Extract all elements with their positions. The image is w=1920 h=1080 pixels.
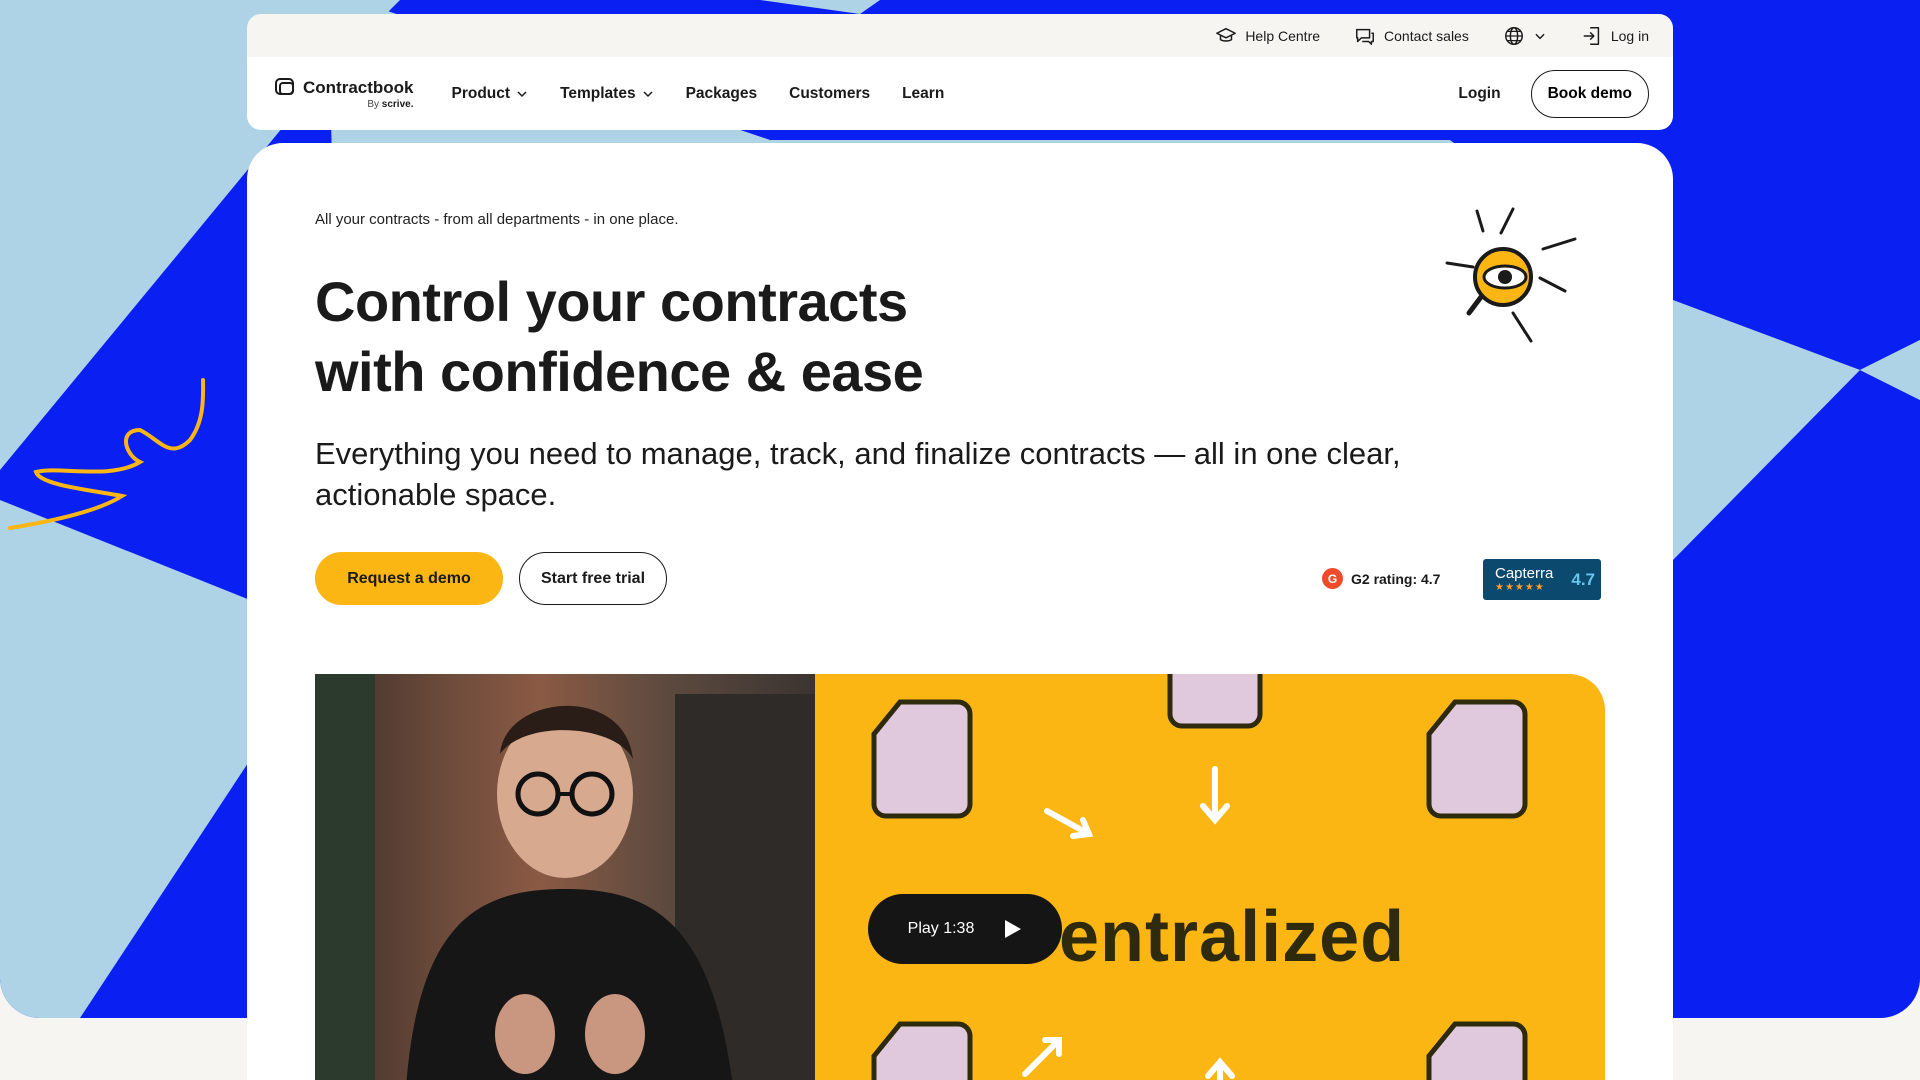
nav-product-label: Product <box>451 84 511 102</box>
language-selector[interactable] <box>1503 25 1547 47</box>
nav-links: Product Templates Packages Customers Lea… <box>452 85 945 103</box>
nav-templates-label: Templates <box>560 84 636 102</box>
document-icons <box>871 674 1528 1080</box>
presenter-silhouette <box>315 674 815 1080</box>
log-in-label: Log in <box>1610 27 1649 44</box>
chevron-down-icon <box>1535 33 1545 39</box>
book-demo-button[interactable]: Book demo <box>1530 69 1649 118</box>
nav-customers[interactable]: Customers <box>789 85 870 103</box>
request-demo-button[interactable]: Request a demo <box>315 552 503 605</box>
headline-line-1: Control your contracts <box>315 270 908 333</box>
chevron-down-icon <box>643 90 653 97</box>
play-video-button[interactable]: Play 1:38 <box>868 894 1062 964</box>
logo-name: Contractbook <box>303 77 414 97</box>
start-free-trial-button[interactable]: Start free trial <box>519 552 667 605</box>
nav-templates[interactable]: Templates <box>560 85 654 103</box>
contractbook-logo[interactable]: Contractbook By scrive. <box>275 77 414 110</box>
video-animation-panel <box>815 674 1605 1080</box>
g2-logo-icon: G <box>1322 568 1343 589</box>
capterra-rating-badge[interactable]: Capterra ★★★★★ 4.7 <box>1483 559 1601 600</box>
logo-by: By <box>367 98 380 110</box>
nav-product[interactable]: Product <box>452 85 529 103</box>
nav-login-link[interactable]: Login <box>1458 85 1500 103</box>
nav-packages-label: Packages <box>685 84 758 102</box>
headline-line-2: with confidence & ease <box>315 340 924 403</box>
logo-parent: scrive. <box>381 98 414 110</box>
video-overlay-word: entralized <box>1059 897 1406 977</box>
play-label: Play 1:38 <box>907 920 975 937</box>
g2-rating-label: G2 rating: 4.7 <box>1351 570 1441 587</box>
log-in-link[interactable]: Log in <box>1581 25 1649 47</box>
globe-icon <box>1504 26 1523 45</box>
contact-sales-link[interactable]: Contact sales <box>1354 25 1469 47</box>
help-centre-label: Help Centre <box>1245 27 1321 44</box>
hero-subhead: Everything you need to manage, track, an… <box>315 436 1401 512</box>
logo-byline: By scrive. <box>367 99 413 110</box>
hero-section: All your contracts - from all department… <box>247 143 1673 1080</box>
help-centre-link[interactable]: Help Centre <box>1215 25 1320 47</box>
main-navigation: Contractbook By scrive. Product Template… <box>247 57 1673 130</box>
nav-learn[interactable]: Learn <box>902 85 944 103</box>
nav-learn-label: Learn <box>902 84 945 102</box>
hero-headline: Control your contracts with confidence &… <box>315 267 1075 407</box>
capterra-stars: ★★★★★ <box>1495 582 1545 593</box>
capterra-score: 4.7 <box>1571 569 1595 589</box>
play-icon <box>1005 920 1022 938</box>
hero-eyebrow: All your contracts - from all department… <box>315 211 679 228</box>
chevron-down-icon <box>517 90 527 97</box>
product-video[interactable]: entralized Play 1:38 <box>315 674 1605 1080</box>
nav-packages[interactable]: Packages <box>686 85 758 103</box>
graduation-cap-icon <box>1216 27 1237 42</box>
contractbook-logo-icon <box>275 77 294 95</box>
video-presenter-image <box>315 674 815 1080</box>
capterra-name: Capterra <box>1495 565 1554 582</box>
login-door-icon <box>1583 26 1599 45</box>
g2-rating-badge[interactable]: G G2 rating: 4.7 <box>1322 568 1440 589</box>
chat-bubble-icon <box>1356 28 1374 45</box>
eye-illustration-icon <box>1445 207 1577 343</box>
nav-customers-label: Customers <box>789 84 871 102</box>
contact-sales-label: Contact sales <box>1384 27 1469 44</box>
nav-right: Login Book demo <box>1458 69 1649 118</box>
utility-bar: Help Centre Contact sales Log in <box>247 14 1673 57</box>
